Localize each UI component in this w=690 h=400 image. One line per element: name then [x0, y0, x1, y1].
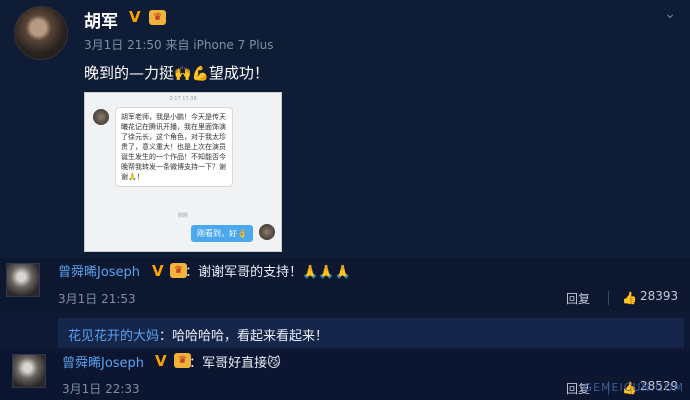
vip-crown-icon: ♛ [170, 263, 187, 278]
post-meta: 3月1日 21:50 来自 iPhone 7 Plus [84, 38, 274, 52]
commenter-name[interactable]: 曾舜晞Joseph [62, 356, 144, 371]
post-text: 晚到的—力挺 [84, 64, 175, 82]
comment-body: 曾舜晞Joseph ：谢谢军哥的支持！🙏🙏🙏 [58, 261, 351, 280]
chat-reply-bubble: 刚看到，好👌 [191, 225, 253, 242]
chat-avatar-left [93, 109, 109, 125]
author-name[interactable]: 胡军 [84, 7, 118, 32]
chat-status: 刚刚 [177, 213, 188, 219]
pray-hands-icon: 🙏🙏🙏 [302, 265, 351, 280]
post-content: 晚到的—力挺🙌💪望成功！ [84, 62, 269, 83]
commenter-avatar[interactable] [6, 263, 40, 297]
vip-crown-icon: ♛ [174, 353, 191, 368]
flex-arm-icon: 💪 [191, 66, 209, 82]
divider [608, 291, 609, 305]
chevron-down-icon[interactable]: ⌄ [664, 6, 676, 22]
weibo-post: 胡军 V ♛ ⌄ 3月1日 21:50 来自 iPhone 7 Plus 晚到的… [0, 0, 690, 258]
comment-time: 3月1日 21:53 [58, 292, 136, 306]
comment-text: ：军哥好直接 [189, 356, 268, 371]
wave-hands-icon: 🙌 [174, 66, 192, 82]
cat-face-icon: 😼 [267, 356, 281, 371]
chat-time: 2-17 17:38 [169, 96, 197, 102]
post-text-end: 望成功！ [208, 64, 269, 82]
thumbs-up-icon: 👍 [622, 291, 637, 305]
like-count: 28393 [640, 289, 679, 303]
attached-screenshot[interactable]: 2-17 17:38 胡军老师，我是小鹏！今天是传天曦花记在腾讯开播，我在里面饰… [84, 92, 282, 252]
sub-comment-text: ：哈哈哈哈，看起来看起来！ [159, 329, 329, 344]
sub-comment: 花见花开的大妈：哈哈哈哈，看起来看起来！ [58, 318, 684, 348]
site-watermark: GEMEICUN.COM [583, 381, 684, 394]
comment-text: ：谢谢军哥的支持！ [185, 265, 303, 280]
comment-body: 曾舜晞Joseph ：军哥好直接😼 [62, 352, 281, 371]
sub-commenter-name[interactable]: 花见花开的大妈 [68, 329, 159, 344]
sub-comment-body: 花见花开的大妈：哈哈哈哈，看起来看起来！ [68, 325, 328, 344]
comment-item: 曾舜晞Joseph ：军哥好直接😼 V ♛ 3月1日 22:33 回复 👍 285… [0, 350, 690, 400]
commenter-name[interactable]: 曾舜晞Joseph [58, 265, 140, 280]
vip-crown-icon: ♛ [149, 10, 166, 25]
commenter-avatar[interactable] [12, 354, 46, 388]
author-avatar[interactable] [14, 6, 68, 60]
comment-item: 曾舜晞Joseph ：谢谢军哥的支持！🙏🙏🙏 V ♛ 3月1日 21:53 回复… [0, 258, 690, 310]
verified-v-icon: V [152, 262, 164, 280]
comment-time: 3月1日 22:33 [62, 382, 140, 396]
like-button[interactable]: 👍 28393 [622, 289, 678, 305]
chat-avatar-right [259, 224, 275, 240]
verified-v-icon: V [129, 8, 141, 26]
reply-button[interactable]: 回复 [566, 290, 590, 307]
verified-v-icon: V [155, 352, 167, 370]
chat-message-bubble: 胡军老师，我是小鹏！今天是传天曦花记在腾讯开播，我在里面饰演了徐元长，这个角色，… [115, 107, 233, 187]
